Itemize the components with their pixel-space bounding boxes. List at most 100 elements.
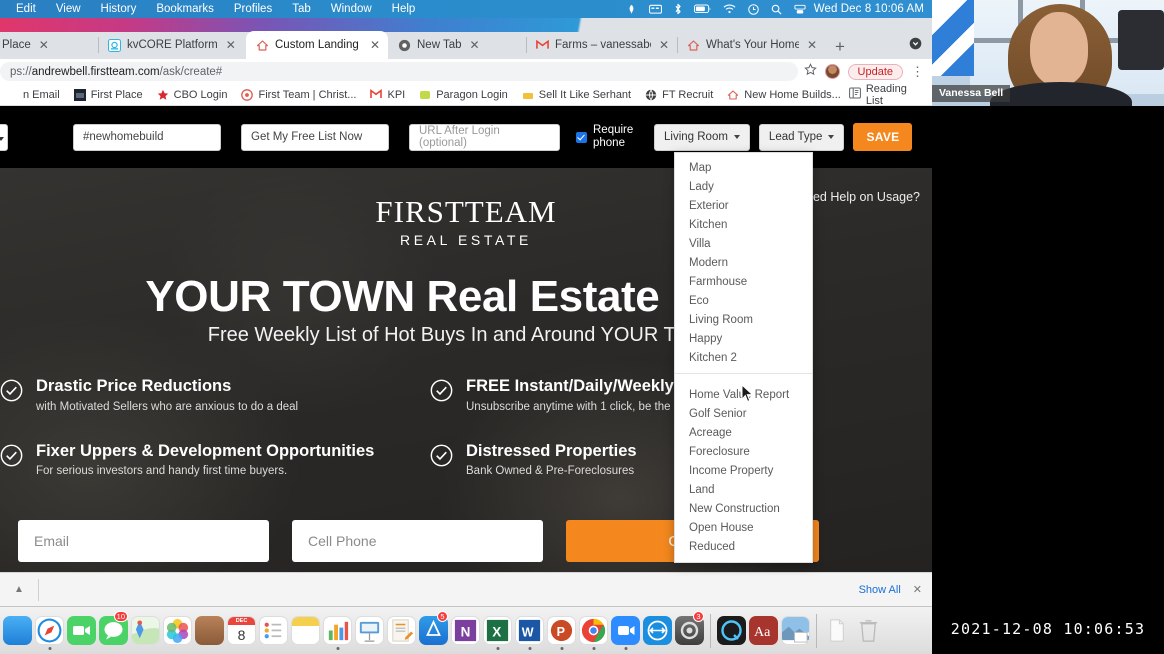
menu-item-history[interactable]: History <box>91 3 147 15</box>
dock-item-messages[interactable]: 10 <box>98 609 129 653</box>
bookmark-cbo-login[interactable]: CBO Login <box>151 89 234 101</box>
cell-phone-field[interactable]: Cell Phone <box>292 520 543 562</box>
dropdown-item-map[interactable]: Map <box>675 158 812 177</box>
dropdown-item-farmhouse[interactable]: Farmhouse <box>675 272 812 291</box>
dock-item-excel[interactable]: X <box>482 609 513 653</box>
browser-tab-place[interactable]: Place ✕ <box>0 31 98 59</box>
dropdown-item-new-construction[interactable]: New Construction <box>675 499 812 518</box>
address-bar[interactable]: ps://andrewbell.firstteam.com/ask/create… <box>0 62 798 81</box>
dock-item-reminders[interactable] <box>258 609 289 653</box>
browser-tab-whats-your-home-worth[interactable]: What's Your Home Wort ✕ <box>677 31 825 59</box>
display-icon[interactable] <box>648 4 662 15</box>
dropdown-item-acreage[interactable]: Acreage <box>675 423 812 442</box>
close-icon[interactable]: ✕ <box>805 37 819 53</box>
bookmark-new-home-builds[interactable]: New Home Builds... <box>721 89 847 101</box>
dropdown-item-reduced[interactable]: Reduced <box>675 537 812 556</box>
lead-type-select[interactable]: Lead Type <box>758 123 845 151</box>
image-select[interactable]: Living Room <box>654 123 750 151</box>
bookmark-first-place[interactable]: First Place <box>68 88 149 101</box>
close-icon[interactable]: ✕ <box>37 37 51 53</box>
dock-item-onenote[interactable]: N <box>450 609 481 653</box>
time-machine-icon[interactable] <box>747 3 759 15</box>
dropdown-item-villa[interactable]: Villa <box>675 234 812 253</box>
dock-item-facetime[interactable] <box>66 609 97 653</box>
dock-item-appstore[interactable]: 5 <box>418 609 449 653</box>
dropdown-item-living-room[interactable]: Living Room <box>675 310 812 329</box>
bookmark-sell-it-like-serhant[interactable]: Sell It Like Serhant <box>516 89 637 101</box>
dock-item-preview[interactable] <box>780 609 811 653</box>
update-button[interactable]: Update <box>847 63 903 80</box>
toolbar-left-select[interactable] <box>0 123 8 151</box>
tab-search-icon[interactable] <box>909 37 932 59</box>
dock-item-maps[interactable] <box>130 609 161 653</box>
dock-item-safari[interactable] <box>34 609 65 653</box>
dropdown-item-kitchen[interactable]: Kitchen <box>675 215 812 234</box>
profile-avatar[interactable] <box>824 64 840 79</box>
dock-item-word[interactable]: W <box>514 609 545 653</box>
dock-item-keynote[interactable] <box>354 609 385 653</box>
dropdown-item-land[interactable]: Land <box>675 480 812 499</box>
url-after-login-input[interactable]: URL After Login (optional) <box>409 123 560 151</box>
bookmark-kpi[interactable]: KPI <box>364 89 411 101</box>
dock-item-finder[interactable] <box>2 609 33 653</box>
dropdown-item-exterior[interactable]: Exterior <box>675 196 812 215</box>
menu-item-window[interactable]: Window <box>321 3 382 15</box>
dock-item-calendar[interactable]: DEC 8 <box>226 609 257 653</box>
menu-item-tab[interactable]: Tab <box>282 3 321 15</box>
require-phone-checkbox-group[interactable]: Require phone <box>576 124 640 150</box>
dock-item-teamviewer[interactable] <box>642 609 673 653</box>
dock-item-pages[interactable] <box>386 609 417 653</box>
menu-item-help[interactable]: Help <box>382 3 426 15</box>
dropdown-item-eco[interactable]: Eco <box>675 291 812 310</box>
kebab-menu-icon[interactable]: ⋮ <box>911 65 924 78</box>
close-icon[interactable]: ✕ <box>224 37 238 53</box>
browser-tab-kvcore[interactable]: kvCORE Platform ✕ <box>98 31 246 59</box>
dropdown-item-modern[interactable]: Modern <box>675 253 812 272</box>
menu-item-profiles[interactable]: Profiles <box>224 3 282 15</box>
close-icon[interactable]: ✕ <box>368 37 382 53</box>
dock-item-zoom[interactable] <box>610 609 641 653</box>
star-icon[interactable] <box>803 62 817 81</box>
menu-bar-clock[interactable]: Wed Dec 8 10:06 AM <box>814 3 932 15</box>
menu-item-edit[interactable]: Edit <box>6 3 46 15</box>
dropdown-item-lady[interactable]: Lady <box>675 177 812 196</box>
bookmark-n-email[interactable]: n Email <box>0 89 66 101</box>
dropbox-icon[interactable] <box>626 4 637 15</box>
dock-item-contacts[interactable] <box>194 609 225 653</box>
require-phone-checkbox[interactable] <box>576 131 587 143</box>
dock-item-chrome[interactable] <box>578 609 609 653</box>
browser-tab-custom-landing-page[interactable]: Custom Landing Page ✕ <box>246 31 388 59</box>
dock-item-settings[interactable]: 3 <box>674 609 705 653</box>
show-all-button[interactable]: Show All <box>859 584 913 596</box>
new-tab-button[interactable]: + <box>825 38 855 59</box>
control-center-icon[interactable] <box>794 4 806 15</box>
browser-tab-farms-gmail[interactable]: Farms – vanessabell@fi ✕ <box>526 31 677 59</box>
dropdown-item-open-house[interactable]: Open House <box>675 518 812 537</box>
reading-list-button[interactable]: Reading List <box>848 83 932 107</box>
headline-input[interactable]: Get My Free List Now <box>241 123 389 151</box>
dropdown-item-income-property[interactable]: Income Property <box>675 461 812 480</box>
dock-item-notes[interactable] <box>290 609 321 653</box>
dock-item-dictionary[interactable]: Aa <box>748 609 779 653</box>
dock-item-downloads-stack[interactable] <box>822 609 853 653</box>
close-icon[interactable]: ✕ <box>657 37 671 53</box>
bookmark-paragon-login[interactable]: Paragon Login <box>413 89 514 101</box>
close-icon[interactable]: ✕ <box>468 37 482 53</box>
dropdown-item-happy[interactable]: Happy <box>675 329 812 348</box>
bluetooth-icon[interactable] <box>674 3 682 15</box>
menu-item-view[interactable]: View <box>46 3 91 15</box>
dock-item-photos[interactable] <box>162 609 193 653</box>
email-field[interactable]: Email <box>18 520 269 562</box>
bookmark-first-team-christ[interactable]: First Team | Christ... <box>235 89 362 101</box>
bookmark-ft-recruit[interactable]: FT Recruit <box>639 89 719 101</box>
spotlight-search-icon[interactable] <box>771 4 782 15</box>
hashtag-input[interactable]: #newhomebuild <box>73 123 221 151</box>
dropdown-item-foreclosure[interactable]: Foreclosure <box>675 442 812 461</box>
dock-item-trash[interactable] <box>854 609 885 653</box>
close-icon[interactable]: ✕ <box>913 583 932 596</box>
dock-item-quicktime[interactable] <box>716 609 747 653</box>
dropdown-item-kitchen-2[interactable]: Kitchen 2 <box>675 348 812 367</box>
menu-item-bookmarks[interactable]: Bookmarks <box>146 3 224 15</box>
browser-tab-new-tab[interactable]: New Tab ✕ <box>388 31 526 59</box>
dock-item-numbers[interactable] <box>322 609 353 653</box>
